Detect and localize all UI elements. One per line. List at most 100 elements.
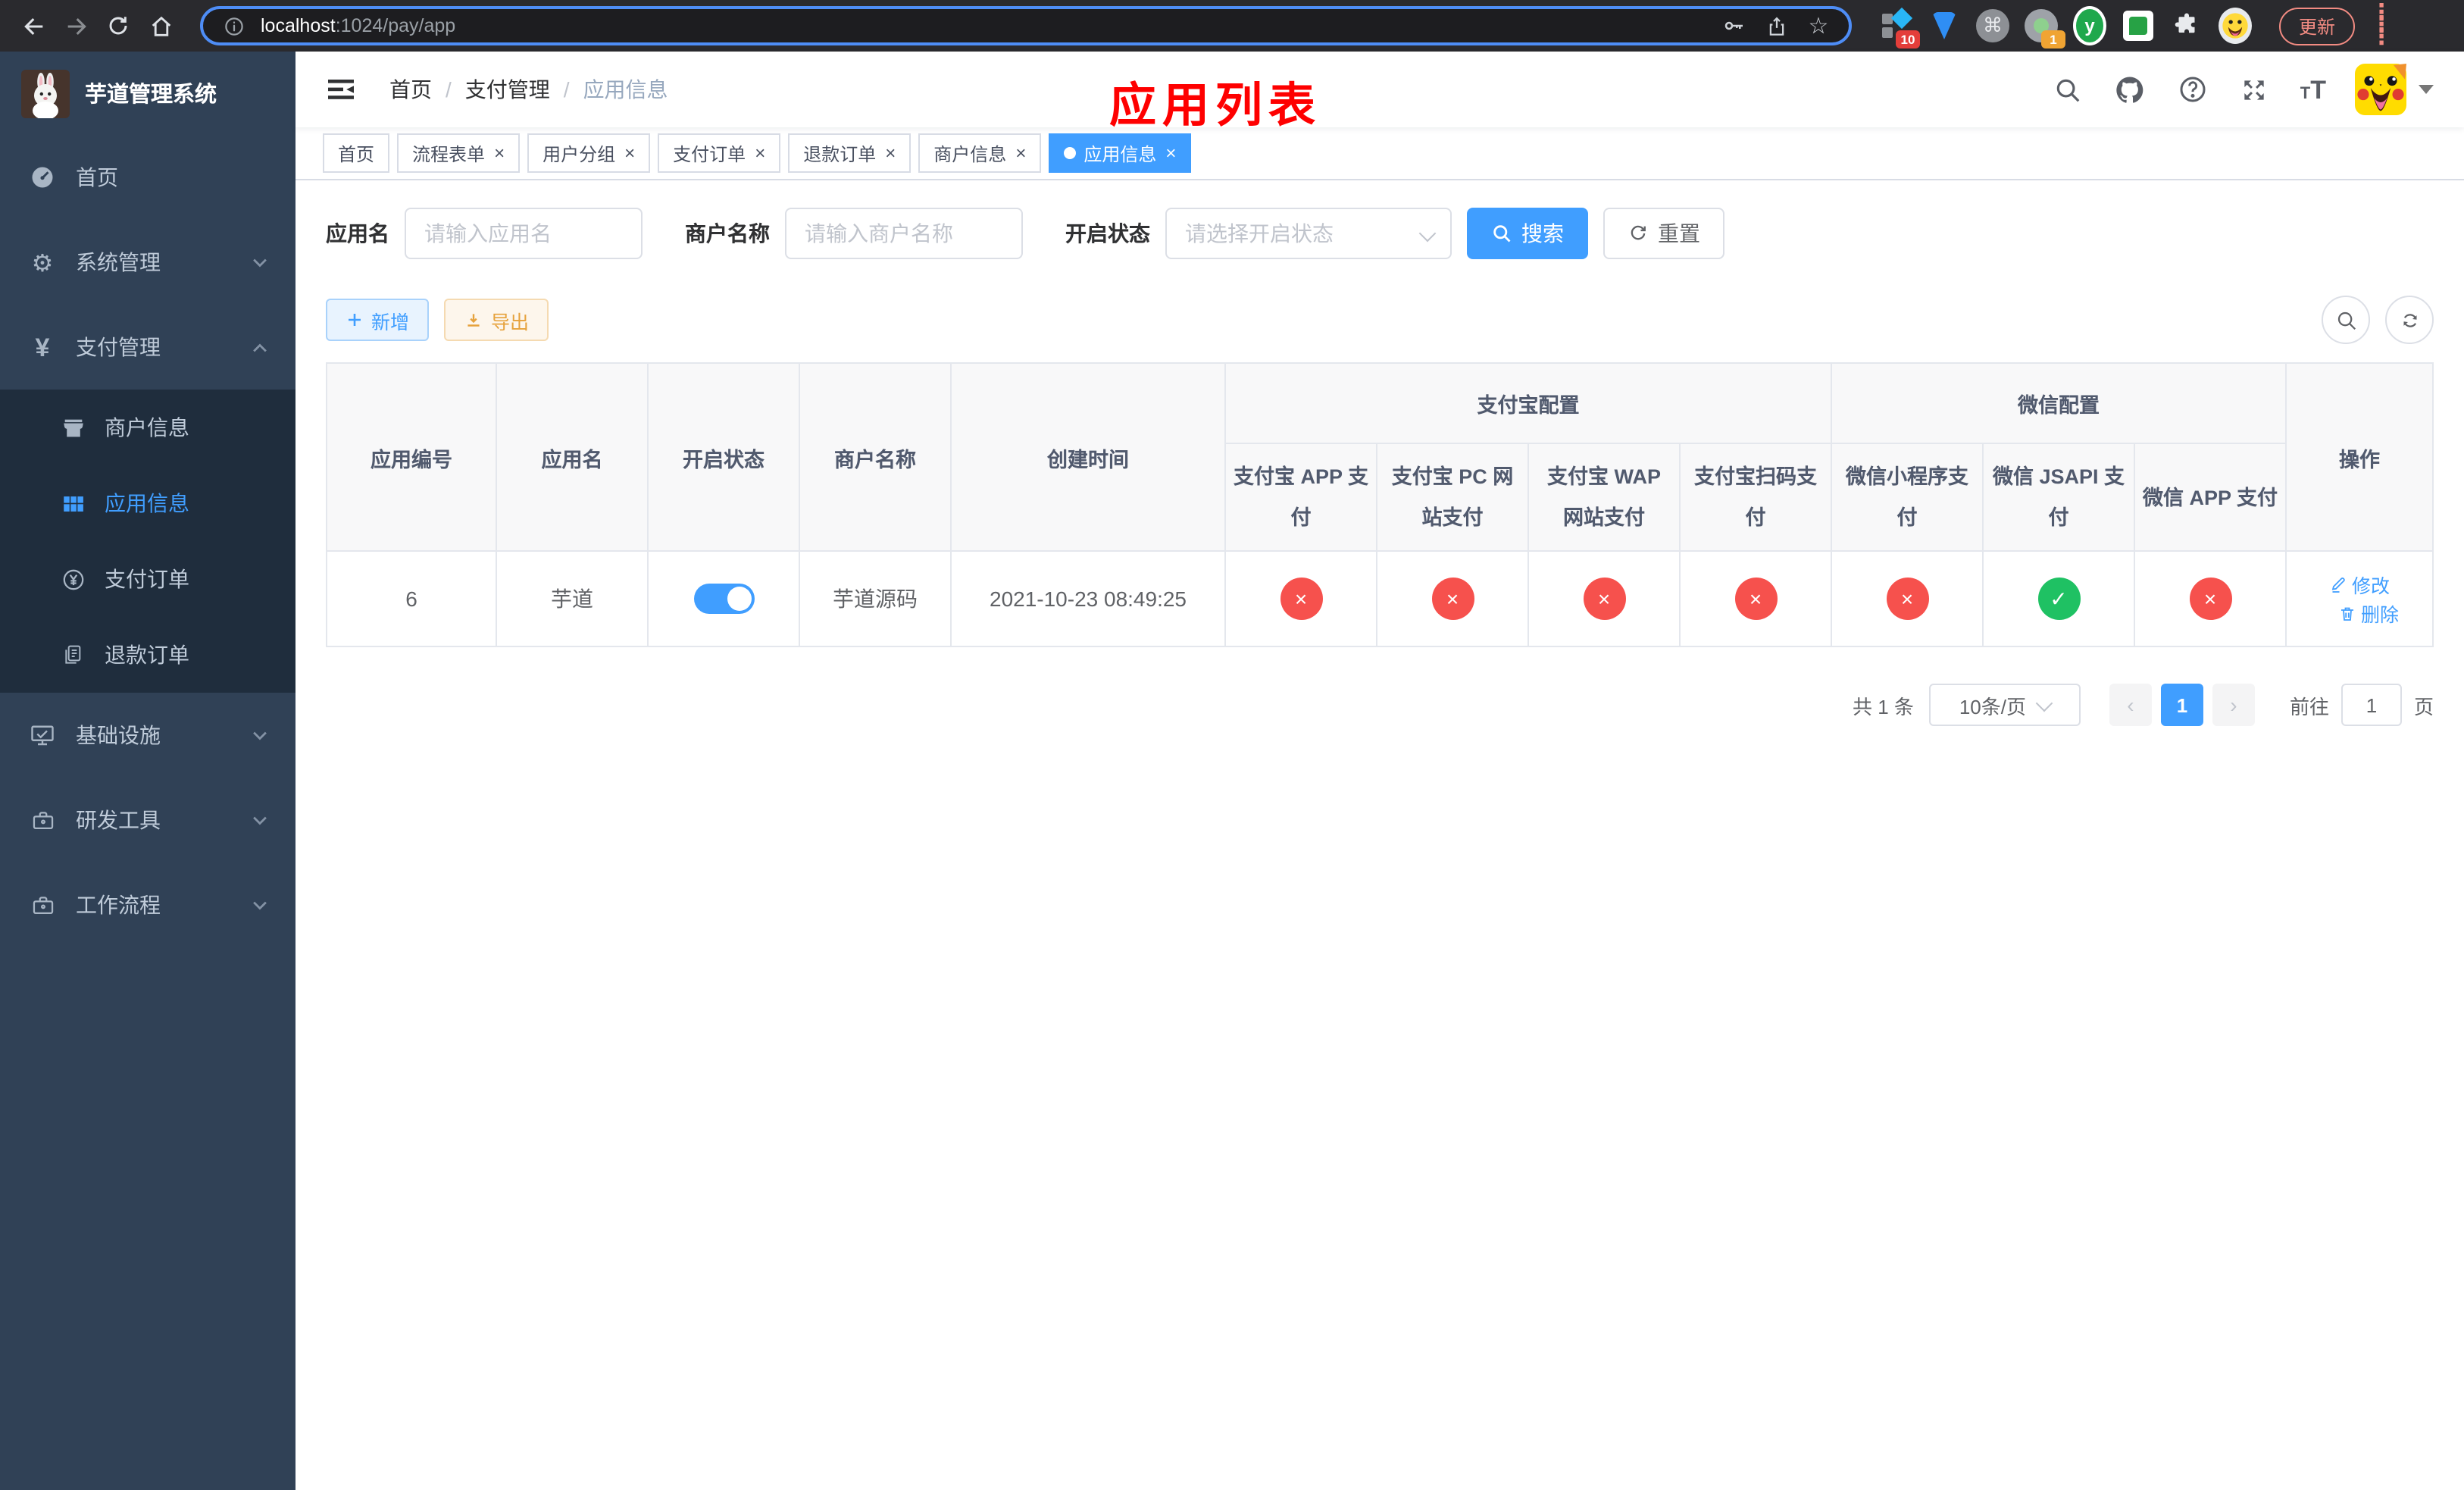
cell-merchant: 芋道源码: [799, 550, 952, 647]
merchant-name-input[interactable]: [785, 208, 1023, 259]
cell-actions: 修改 删除: [2285, 550, 2434, 647]
col-header-action: 操作: [2285, 362, 2434, 552]
tab-close-icon[interactable]: ×: [1165, 142, 1176, 164]
user-menu[interactable]: [2355, 64, 2434, 115]
extension-recorder-icon[interactable]: 1: [2025, 9, 2065, 49]
profile-avatar-icon[interactable]: [2219, 8, 2252, 44]
sidebar-subitem-app-info[interactable]: 应用信息: [0, 465, 295, 541]
refresh-table-icon[interactable]: [2385, 296, 2434, 344]
pay-col-header: 支付宝 APP 支付: [1224, 443, 1377, 552]
next-page-button[interactable]: ›: [2212, 684, 2255, 726]
sidebar-subitem-merchant-info[interactable]: 商户信息: [0, 390, 295, 465]
gear-icon: ⚙: [31, 248, 54, 277]
search-button[interactable]: 搜索: [1467, 208, 1588, 259]
cell-app-id: 6: [326, 550, 497, 647]
tab-label: 商户信息: [933, 143, 1007, 164]
tab-close-icon[interactable]: ×: [624, 142, 635, 164]
extension-chat-icon[interactable]: [2122, 9, 2155, 42]
sidebar-item-home[interactable]: 首页: [0, 135, 295, 220]
chevron-down-icon: [1418, 224, 1437, 243]
browser-extensions: 10 ⌘ 1 y: [1879, 6, 2252, 49]
yen-circle-icon: [59, 565, 86, 593]
cell-pay-status: ×: [2134, 550, 2287, 647]
page-size-select[interactable]: 10条/页: [1928, 684, 2081, 726]
edit-link[interactable]: 修改: [2329, 570, 2390, 599]
caret-down-icon: [2419, 85, 2434, 94]
app-table: 应用编号 应用名 开启状态 商户名称 创建时间 支付宝配置 微信配置 操作 支付…: [326, 362, 2434, 647]
font-size-icon[interactable]: TT: [2300, 77, 2326, 102]
browser-home-icon[interactable]: [142, 8, 179, 44]
extension-command-icon[interactable]: ⌘: [1976, 9, 2009, 42]
tab-close-icon[interactable]: ×: [494, 142, 505, 164]
browser-back-icon[interactable]: [15, 8, 52, 44]
cell-status: [647, 550, 800, 647]
prev-page-button[interactable]: ‹: [2109, 684, 2152, 726]
sidebar-collapse-icon[interactable]: [326, 74, 356, 105]
help-icon[interactable]: [2176, 73, 2209, 106]
sidebar-logo[interactable]: 芋道管理系统: [0, 52, 295, 135]
tab-应用信息[interactable]: 应用信息 ×: [1049, 133, 1192, 173]
sidebar-item-system[interactable]: ⚙ 系统管理: [0, 220, 295, 305]
screen: localhost:1024/pay/app ☆ 10 ⌘ 1 y 更新 ⋮ ⋮…: [0, 0, 2464, 1490]
goto-page-input[interactable]: [2340, 684, 2402, 726]
tab-用户分组[interactable]: 用户分组 ×: [527, 133, 651, 173]
github-icon[interactable]: [2114, 73, 2147, 106]
header-search-icon[interactable]: [2052, 73, 2085, 106]
sidebar-item-workflow[interactable]: 工作流程: [0, 862, 295, 947]
active-tab-dot: [1064, 147, 1077, 159]
toggle-knob: [727, 587, 751, 611]
storefront-icon: [59, 414, 86, 441]
hide-search-icon[interactable]: [2322, 296, 2370, 344]
col-group-wechat: 微信配置: [1831, 362, 2287, 444]
sidebar-subitem-label: 应用信息: [105, 491, 189, 515]
sidebar-subitem-pay-order[interactable]: 支付订单: [0, 541, 295, 617]
tab-支付订单[interactable]: 支付订单 ×: [658, 133, 781, 173]
tab-close-icon[interactable]: ×: [755, 142, 765, 164]
browser-menu-icon[interactable]: ⋮ ⋮ ⋮: [2370, 1, 2393, 49]
share-icon[interactable]: [1761, 11, 1791, 41]
tab-退款订单[interactable]: 退款订单 ×: [788, 133, 911, 173]
page-number-button[interactable]: 1: [2160, 684, 2203, 726]
extension-kite-icon[interactable]: [1928, 9, 1961, 42]
breadcrumb-home[interactable]: 首页: [389, 74, 432, 105]
browser-reload-icon[interactable]: [100, 8, 136, 44]
fullscreen-icon[interactable]: [2238, 73, 2272, 106]
col-header-merchant: 商户名称: [799, 362, 952, 552]
dashboard-icon: [27, 162, 58, 193]
tab-close-icon[interactable]: ×: [1015, 142, 1026, 164]
tab-close-icon[interactable]: ×: [885, 142, 896, 164]
tab-label: 流程表单: [412, 143, 486, 164]
browser-update-button[interactable]: 更新: [2279, 7, 2356, 45]
sidebar-item-devtools[interactable]: 研发工具: [0, 778, 295, 862]
delete-link[interactable]: 删除: [2338, 599, 2399, 628]
sidebar-item-infrastructure[interactable]: 基础设施: [0, 693, 295, 778]
payment-submenu: 商户信息 应用信息 支付订单 退款订单: [0, 390, 295, 693]
address-bar[interactable]: localhost:1024/pay/app ☆: [200, 6, 1852, 45]
tab-流程表单[interactable]: 流程表单 ×: [397, 133, 521, 173]
extension-y-icon[interactable]: y: [2073, 6, 2106, 45]
navbar-actions: TT: [2052, 64, 2434, 115]
enabled-toggle[interactable]: [693, 584, 754, 614]
sidebar-subitem-refund-order[interactable]: 退款订单: [0, 617, 295, 693]
breadcrumb-separator: /: [563, 77, 570, 102]
breadcrumb-payment[interactable]: 支付管理: [465, 74, 550, 105]
trash-icon: [2340, 606, 2353, 620]
sidebar-item-payment[interactable]: ¥ 支付管理: [0, 305, 295, 390]
site-info-icon[interactable]: [218, 11, 249, 41]
url-text[interactable]: localhost:1024/pay/app: [261, 15, 1706, 36]
pagination: 共 1 条 10条/页 ‹ 1 › 前往 页: [326, 684, 2434, 726]
bookmark-star-icon[interactable]: ☆: [1803, 11, 1834, 41]
status-select[interactable]: 请选择开启状态: [1165, 208, 1452, 259]
browser-forward-icon[interactable]: [58, 8, 94, 44]
briefcase-icon: [27, 805, 58, 835]
extension-blocks-icon[interactable]: 10: [1879, 7, 1920, 49]
password-key-icon[interactable]: [1718, 11, 1749, 41]
chevron-up-icon: [252, 342, 268, 352]
tab-商户信息[interactable]: 商户信息 ×: [918, 133, 1042, 173]
reset-button[interactable]: 重置: [1603, 208, 1724, 259]
tab-首页[interactable]: 首页: [323, 133, 390, 173]
extensions-puzzle-icon[interactable]: [2170, 9, 2203, 42]
add-button[interactable]: 新增: [326, 299, 430, 341]
app-name-input[interactable]: [405, 208, 643, 259]
export-button[interactable]: 导出: [444, 299, 549, 341]
